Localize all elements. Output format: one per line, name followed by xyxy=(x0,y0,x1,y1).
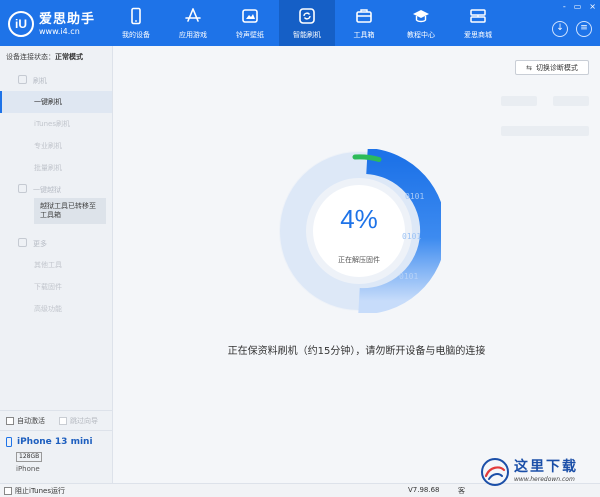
checkbox-box xyxy=(59,417,67,425)
nav-toolbox[interactable]: 工具箱 xyxy=(336,0,392,46)
service-link[interactable]: 客 xyxy=(458,486,465,496)
nav-apps-games[interactable]: 应用游戏 xyxy=(165,0,221,46)
section-flash: 刷机 xyxy=(18,75,47,86)
close-button[interactable]: × xyxy=(589,2,596,11)
flash-section-icon xyxy=(18,75,27,84)
sidebar-item-other-tools[interactable]: 其他工具 xyxy=(0,254,112,276)
section-jailbreak: 一键越狱 xyxy=(18,184,61,195)
status-value: 正常模式 xyxy=(55,53,83,61)
sidebar-item-download-firmware[interactable]: 下载固件 xyxy=(0,276,112,298)
sidebar-options: 自动激活 跳过向导 xyxy=(0,410,112,430)
download-icon[interactable]: ↓ xyxy=(552,21,568,37)
jailbreak-note: 越狱工具已转移至工具箱 xyxy=(34,198,106,224)
sidebar-item-itunes-flash[interactable]: iTunes刷机 xyxy=(0,113,112,135)
window-controls: - ▭ × xyxy=(563,2,596,11)
flash-progress-ring: 0101 0101 0101 4% 正在解压固件 xyxy=(277,149,441,313)
binary-text: 0101 xyxy=(399,272,418,281)
phone-icon xyxy=(131,7,141,25)
flash-message: 正在保资料刷机（约15分钟），请勿断开设备与电脑的连接 xyxy=(227,346,486,357)
sidebar: 设备连接状态：正常模式 刷机 一键刷机 iTunes刷机 专业刷机 批量刷机 一… xyxy=(0,46,113,483)
placeholder-block xyxy=(501,96,537,106)
appstore-icon xyxy=(185,8,201,22)
nav-label: 应用游戏 xyxy=(179,31,207,39)
logo-mark: iU xyxy=(8,11,34,37)
checkbox-box xyxy=(4,487,12,495)
device-kind: iPhone xyxy=(16,465,40,473)
sidebar-item-pro-flash[interactable]: 专业刷机 xyxy=(0,135,112,157)
app-name: 爱思助手 xyxy=(39,11,96,27)
device-name-row: iPhone 13 mini xyxy=(6,437,93,447)
menu-icon[interactable]: ≡ xyxy=(576,21,592,37)
wallpaper-icon xyxy=(242,9,258,23)
nav-label: 智能刷机 xyxy=(293,31,321,39)
toolbox-icon xyxy=(356,9,372,23)
sidebar-item-one-click-flash[interactable]: 一键刷机 xyxy=(0,91,112,113)
nav-tutorials[interactable]: 教程中心 xyxy=(393,0,449,46)
graduation-cap-icon xyxy=(413,10,429,23)
section-more: 更多 xyxy=(18,238,47,249)
device-name: iPhone 13 mini xyxy=(17,437,93,447)
progress-percent: 4% xyxy=(340,204,378,234)
binary-text: 0101 xyxy=(405,192,424,201)
top-bar: iU 爱思助手 www.i4.cn 我的设备 应用游戏 铃声壁纸 智能刷机 工具… xyxy=(0,0,600,46)
nav-label: 教程中心 xyxy=(407,31,435,39)
watermark-title: 这里下载 xyxy=(514,459,578,475)
progress-indicator xyxy=(352,154,382,162)
section-label: 一键越狱 xyxy=(33,186,61,194)
section-label: 更多 xyxy=(33,240,47,248)
phone-icon xyxy=(6,437,12,447)
nav-smart-flash[interactable]: 智能刷机 xyxy=(279,0,335,46)
nav-my-device[interactable]: 我的设备 xyxy=(108,0,164,46)
checkbox-label: 自动激活 xyxy=(17,417,45,425)
status-label: 设备连接状态： xyxy=(6,53,55,61)
checkbox-label: 跳过向导 xyxy=(70,417,98,425)
maximize-button[interactable]: ▭ xyxy=(574,2,582,11)
app-version: V7.98.68 xyxy=(408,486,440,494)
watermark-url: www.heredown.com xyxy=(514,476,575,483)
device-capacity: 128GB xyxy=(16,452,43,462)
nav-label: 铃声壁纸 xyxy=(236,31,264,39)
flash-icon xyxy=(299,8,315,24)
placeholder-block xyxy=(501,126,589,136)
switch-diagnostic-mode-button[interactable]: ⇆ 切换诊断模式 xyxy=(515,60,589,75)
placeholder-block xyxy=(553,96,589,106)
checkbox-box xyxy=(6,417,14,425)
app-url: www.i4.cn xyxy=(39,26,80,36)
block-itunes-checkbox[interactable]: 阻止iTunes运行 xyxy=(4,486,65,496)
nav-label: 我的设备 xyxy=(122,31,150,39)
lock-icon xyxy=(18,184,27,193)
button-label: 切换诊断模式 xyxy=(535,63,578,72)
watermark-logo-icon xyxy=(481,458,509,486)
nav-ringtones-wallpapers[interactable]: 铃声壁纸 xyxy=(222,0,278,46)
section-label: 刷机 xyxy=(33,77,47,85)
auto-activate-checkbox[interactable]: 自动激活 xyxy=(6,416,45,426)
store-icon xyxy=(470,9,486,23)
watermark: 这里下载 www.heredown.com xyxy=(478,452,600,497)
sidebar-item-advanced[interactable]: 高级功能 xyxy=(0,298,112,320)
switch-icon: ⇆ xyxy=(526,63,532,72)
nav-store[interactable]: 爱思商城 xyxy=(450,0,506,46)
list-icon xyxy=(18,238,27,247)
nav-label: 爱思商城 xyxy=(464,31,492,39)
nav-label: 工具箱 xyxy=(353,31,375,39)
progress-status: 正在解压固件 xyxy=(338,256,380,264)
device-status: 设备连接状态：正常模式 xyxy=(6,52,83,62)
main-panel: ⇆ 切换诊断模式 0101 0101 0101 4% 正在解压固件 正在保资料刷… xyxy=(113,46,600,483)
sidebar-item-batch-flash[interactable]: 批量刷机 xyxy=(0,157,112,179)
device-card[interactable]: iPhone 13 mini 128GB iPhone xyxy=(0,430,112,483)
minimize-button[interactable]: - xyxy=(563,2,566,11)
checkbox-label: 阻止iTunes运行 xyxy=(15,487,65,495)
skip-wizard-checkbox[interactable]: 跳过向导 xyxy=(59,416,98,426)
